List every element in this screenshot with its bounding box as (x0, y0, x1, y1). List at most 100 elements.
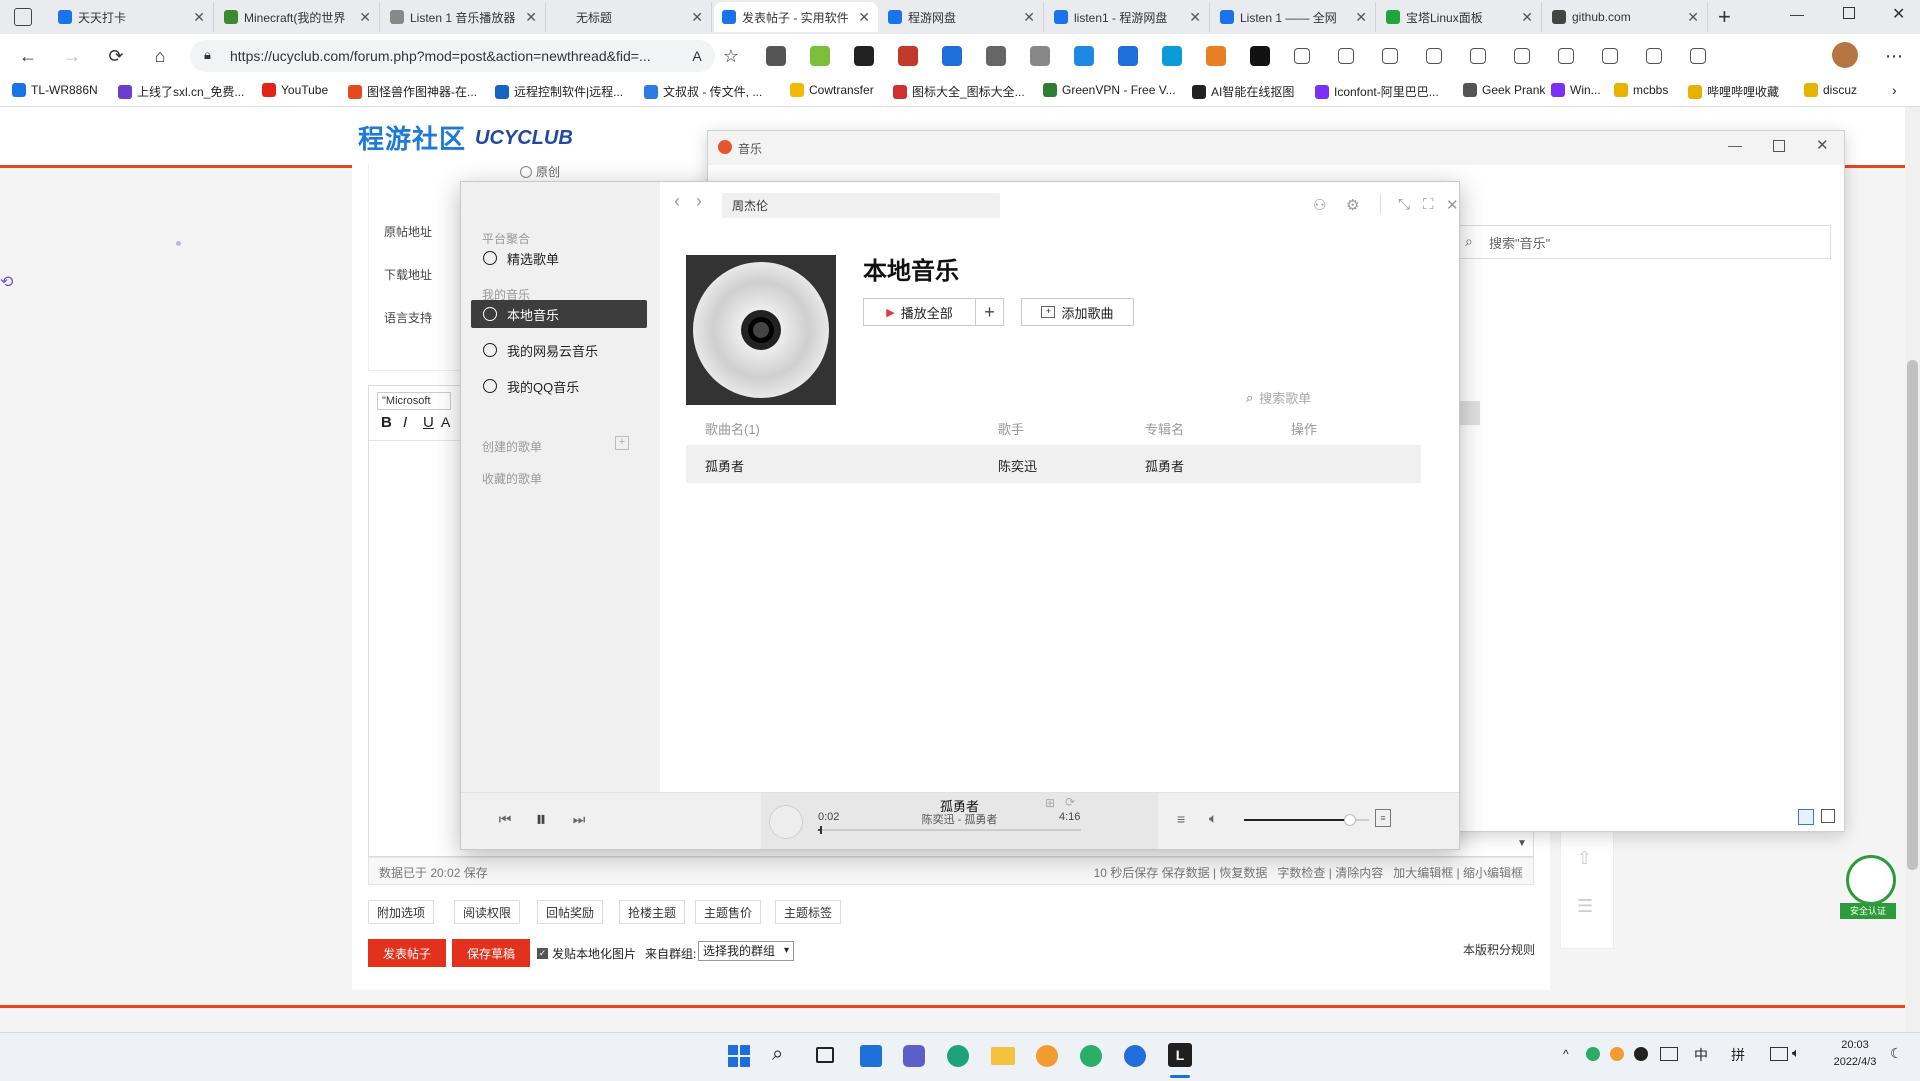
app-ext-icon[interactable] (810, 46, 830, 66)
listen1-app-icon[interactable]: L (1168, 1043, 1192, 1067)
site-logo[interactable]: 程游社区 (358, 119, 466, 156)
cloud-ext-icon[interactable] (1074, 46, 1094, 66)
screenshot-icon[interactable] (1602, 48, 1618, 64)
tab-8[interactable]: Listen 1 —— 全网 ✕ (1212, 2, 1376, 32)
widgets-icon[interactable] (860, 1045, 882, 1067)
bookmark-item[interactable]: 哔哩哔哩收藏 (1688, 83, 1779, 100)
tab-3[interactable]: Listen 1 音乐播放器 ✕ (382, 2, 546, 32)
tab-4[interactable]: 无标题 ✕ (548, 2, 712, 32)
share-icon[interactable] (1690, 48, 1706, 64)
l-ext-icon[interactable] (1250, 46, 1270, 66)
progress-track[interactable] (818, 826, 1081, 834)
close-icon[interactable]: ✕ (1816, 136, 1829, 154)
sidebar-item-qq[interactable]: 我的QQ音乐 (471, 372, 647, 400)
original-radio[interactable]: 原创 (520, 163, 560, 180)
tiles-view-icon[interactable] (1821, 809, 1835, 823)
tab-7[interactable]: listen1 - 程游网盘 ✕ (1046, 2, 1210, 32)
tab-close-icon[interactable]: ✕ (525, 9, 537, 26)
previous-icon[interactable]: ⏮ (497, 811, 513, 827)
tab-close-icon[interactable]: ✕ (691, 9, 703, 26)
wechat-icon[interactable] (1080, 1045, 1102, 1067)
network-icon[interactable] (1770, 1047, 1788, 1061)
bookmark-item[interactable]: Win... (1551, 83, 1601, 97)
app-window-icon[interactable] (1646, 48, 1662, 64)
video-ext-icon[interactable] (898, 46, 918, 66)
profile-avatar[interactable] (1832, 42, 1858, 68)
details-view-icon[interactable] (1798, 809, 1814, 825)
gear-icon[interactable]: ⚙ (1346, 196, 1359, 214)
close-icon[interactable]: ✕ (1446, 196, 1459, 214)
bell-icon[interactable] (1558, 48, 1574, 64)
tray-app-icon[interactable] (1610, 1047, 1624, 1061)
tab-close-icon[interactable]: ✕ (1355, 9, 1367, 26)
minimize-icon[interactable]: ⤡ (1398, 196, 1410, 213)
option-tab-6[interactable]: 主题标签 (775, 900, 842, 924)
bookmark-item[interactable]: 上线了sxl.cn_免费... (118, 83, 244, 100)
close-icon[interactable]: ✕ (1892, 4, 1905, 24)
lyrics-icon[interactable]: ≡ (1375, 809, 1391, 827)
repeat-icon[interactable]: ⟳ (1065, 795, 1075, 809)
next-icon[interactable]: ⏭ (571, 811, 587, 827)
tab-close-icon[interactable]: ✕ (1521, 9, 1533, 26)
song-name[interactable]: 孤勇者 (705, 456, 744, 475)
score-rules-link[interactable]: 本版积分规则 (1463, 941, 1535, 958)
table-row[interactable]: 孤勇者 陈奕迅 孤勇者 (686, 445, 1421, 483)
fullscreen-icon[interactable]: ⛶ (1423, 196, 1434, 213)
tray-qq-icon[interactable] (1634, 1047, 1648, 1061)
editor-scroll-down-icon[interactable]: ▼ (1517, 838, 1527, 849)
volume-handle[interactable] (1344, 814, 1357, 826)
chat-icon[interactable] (903, 1045, 925, 1067)
play-all-button[interactable]: ▶ 播放全部 (863, 298, 976, 326)
tray-wechat-icon[interactable] (1586, 1047, 1600, 1061)
start-icon[interactable] (728, 1045, 750, 1067)
forward-icon[interactable]: → (58, 42, 86, 70)
bookmark-item[interactable]: Cowtransfer (790, 83, 874, 97)
task-view-icon[interactable] (816, 1047, 834, 1063)
bookmark-item[interactable]: discuz (1804, 83, 1857, 97)
playlist-queue-icon[interactable]: ≡ (1177, 811, 1185, 827)
edge-browser-icon[interactable] (947, 1045, 969, 1067)
tab-1[interactable]: 天天打卡 ✕ (50, 2, 214, 32)
tab-9[interactable]: 宝塔Linux面板 ✕ (1378, 2, 1542, 32)
page-scroll-thumb[interactable] (1907, 360, 1918, 870)
security-badge[interactable]: 安全认证 (1838, 855, 1898, 925)
add-song-button[interactable]: + 添加歌曲 (1021, 298, 1134, 326)
editor-status-links[interactable]: 10 秒后保存 保存数据 | 恢复数据 字数检查 | 清除内容 加大编辑框 | … (1094, 864, 1523, 881)
clock-date[interactable]: 2022/4/3 (1826, 1056, 1884, 1068)
bird-ext-icon[interactable] (1162, 46, 1182, 66)
bookmark-item[interactable]: 图标大全_图标大全... (893, 83, 1025, 100)
publish-button[interactable]: 发表帖子 (368, 939, 446, 967)
add-to-queue-button[interactable]: + (976, 298, 1004, 326)
bookmark-item[interactable]: Geek Prank (1463, 83, 1545, 97)
font-family-select[interactable]: "Microsoft (377, 392, 451, 410)
bold-icon[interactable]: B (381, 414, 392, 431)
maximize-icon[interactable] (1773, 140, 1785, 152)
search-icon[interactable]: ⌕ (772, 1043, 783, 1066)
home-icon[interactable]: ⌂ (146, 42, 174, 70)
group-select[interactable]: 选择我的群组 ▾ (698, 941, 794, 961)
file-explorer-icon[interactable] (991, 1047, 1015, 1065)
option-tab-1[interactable]: 附加选项 (368, 900, 435, 924)
ext-badge-icon[interactable] (854, 46, 874, 66)
app-icon-blue[interactable] (1124, 1045, 1146, 1067)
bookmark-item[interactable]: TL-WR886N (12, 83, 98, 97)
italic-icon[interactable]: I (403, 414, 407, 431)
song-album[interactable]: 孤勇者 (1145, 456, 1184, 475)
back-icon[interactable]: ← (14, 42, 42, 70)
nav-back-icon[interactable]: ‹ (674, 191, 680, 212)
add-to-playlist-icon[interactable]: ⊞ (1045, 796, 1055, 810)
bookmark-item[interactable]: AI智能在线抠图 (1192, 83, 1294, 100)
favorite-star-icon[interactable]: ☆ (717, 42, 745, 70)
localize-images-option[interactable]: ✓ 发贴本地化图片 (537, 945, 636, 962)
bookmark-item[interactable]: Iconfont-阿里巴巴... (1315, 83, 1439, 100)
sidebar-item-featured[interactable]: 精选歌单 (471, 244, 647, 272)
tab-10[interactable]: github.com ✕ (1544, 2, 1708, 32)
puzzle-icon[interactable] (1294, 48, 1310, 64)
keyboard-icon[interactable] (1660, 1047, 1678, 1061)
add-playlist-icon[interactable]: + (615, 436, 629, 450)
ime-pinyin-indicator[interactable]: 拼 (1731, 1045, 1745, 1065)
performance-icon[interactable] (1514, 48, 1530, 64)
bookmark-item[interactable]: 远程控制软件|远程... (495, 83, 623, 100)
restore-icon[interactable] (1843, 7, 1855, 19)
reload-icon[interactable]: ⟳ (102, 42, 130, 70)
